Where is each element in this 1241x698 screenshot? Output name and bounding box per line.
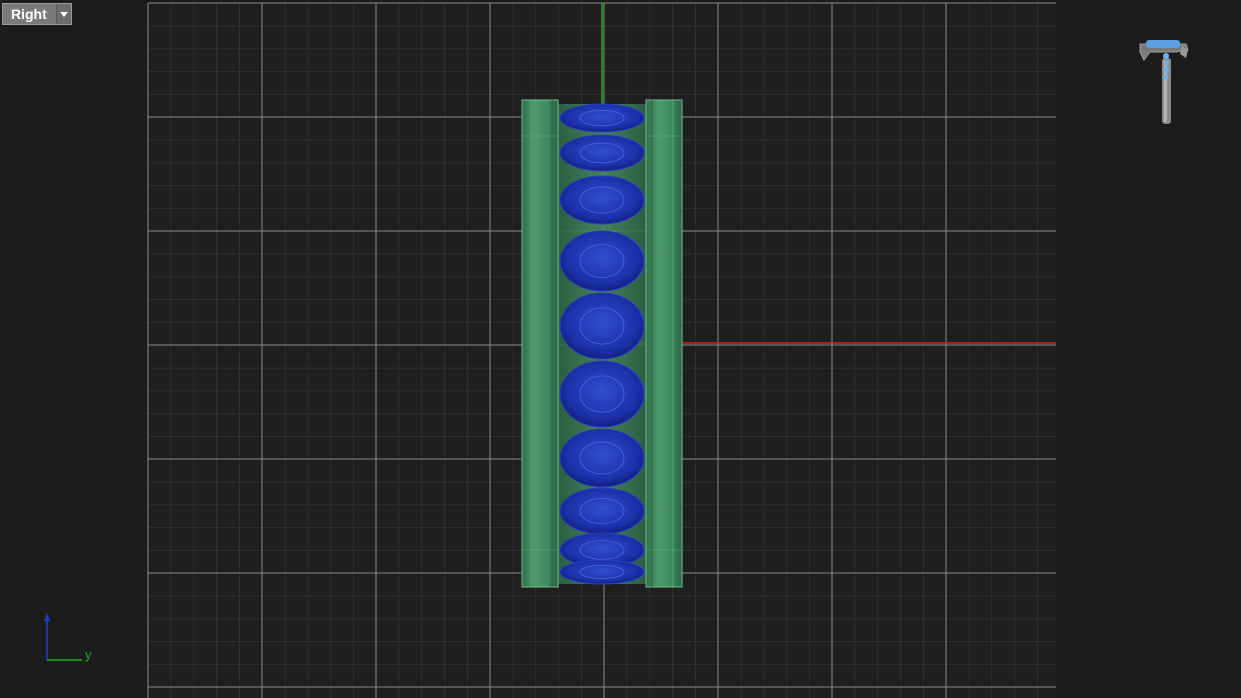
ring-left-rail [521,99,559,588]
ring-model[interactable] [521,99,683,588]
ring-right-rail [645,99,683,588]
gemstone [559,428,645,488]
gemstone [559,230,645,292]
view-name-label: Right [11,6,47,22]
gemstone [559,487,645,535]
gemstone [559,175,645,225]
viewport-canvas[interactable] [0,0,1241,698]
gemstone [559,360,645,428]
gemstone [559,559,645,585]
3d-viewport[interactable]: Right y [0,0,1241,698]
gemstone [559,292,645,360]
axis-indicator [44,613,82,661]
gemstone [559,134,645,172]
ring-model-thumbnail-icon[interactable] [1139,40,1189,124]
gemstone [559,103,645,133]
axis-label-y: y [85,647,92,662]
chevron-down-icon[interactable] [56,4,71,24]
view-selector[interactable]: Right [2,3,72,25]
